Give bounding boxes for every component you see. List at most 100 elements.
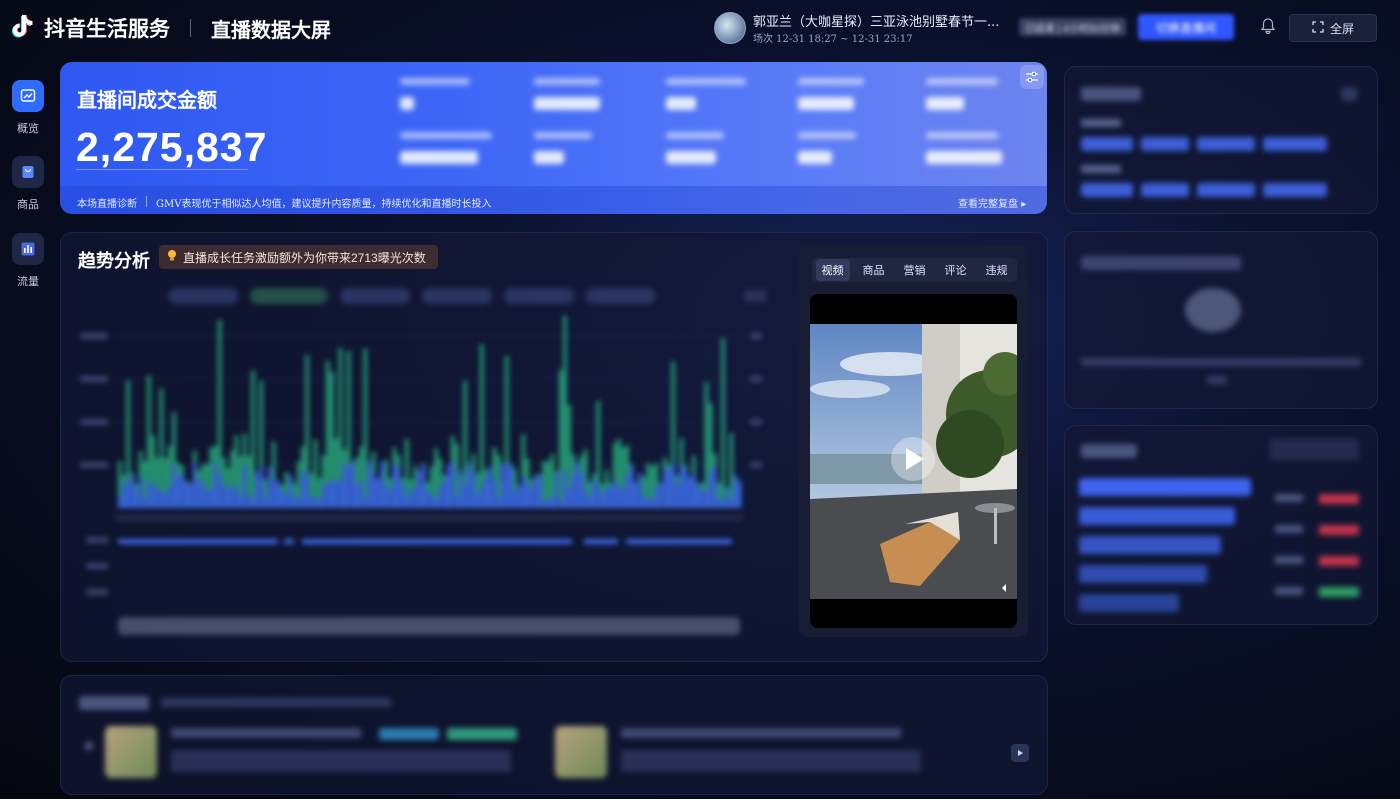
product-thumbnail[interactable] — [555, 726, 607, 778]
trend-bar-blue — [625, 475, 630, 508]
trend-bar-blue — [712, 466, 717, 508]
trend-bar-blue — [155, 488, 160, 508]
switch-live-room-button[interactable]: 切换直播间 — [1138, 14, 1234, 40]
trend-bar-blue — [479, 486, 484, 508]
trend-bar-blue — [725, 488, 730, 508]
metric-cell — [798, 132, 918, 164]
trend-bar-blue — [604, 486, 609, 508]
tab-violations[interactable]: 违规 — [980, 259, 1014, 281]
panel-action-icon[interactable] — [1341, 87, 1357, 101]
tab-video[interactable]: 视频 — [815, 259, 850, 281]
trend-bar-blue — [492, 478, 497, 508]
metric-chip[interactable] — [340, 288, 410, 304]
trend-bar-green — [729, 433, 734, 508]
metric-settings-icon[interactable] — [1020, 65, 1044, 89]
trend-bar-blue — [388, 490, 393, 508]
nav-item-overview[interactable]: 概览 — [8, 80, 48, 136]
metric-cell — [400, 132, 520, 164]
trend-bar-blue — [263, 496, 268, 508]
metric-chip[interactable] — [504, 288, 574, 304]
metric-chip[interactable] — [586, 288, 656, 304]
trend-bar-blue — [380, 461, 384, 508]
panel-title-placeholder — [1081, 87, 1141, 101]
metric-cell — [926, 132, 1046, 164]
gmv-value: 2,275,837 — [76, 124, 268, 170]
full-replay-link[interactable]: 查看完整复盘 ▸ — [958, 195, 1026, 210]
fullscreen-label: 全屏 — [1329, 21, 1354, 36]
status-badge: 已结束 | 4小时50分钟 — [1019, 18, 1126, 36]
trend-bar-blue — [147, 482, 151, 508]
panel-title-placeholder — [1081, 256, 1241, 270]
product-thumbnail[interactable] — [105, 726, 157, 778]
trend-bar-blue — [205, 490, 210, 508]
trend-bar-blue — [400, 483, 405, 508]
metric-chip[interactable] — [168, 288, 238, 304]
panel-dropdown[interactable] — [1269, 438, 1359, 460]
trend-bar-blue — [550, 496, 555, 508]
panel-title-placeholder — [1081, 444, 1137, 458]
metric-chip[interactable] — [422, 288, 492, 304]
trend-bar-blue — [525, 481, 530, 508]
trend-bar-blue — [671, 462, 675, 508]
trend-bar-blue — [313, 497, 318, 508]
incentive-tip-badge: 直播成长任务激励额外为你带来2713曝光次数 — [159, 245, 438, 269]
tab-marketing[interactable]: 营销 — [898, 259, 932, 281]
trend-bar-blue — [658, 482, 663, 508]
trend-bar-blue — [696, 484, 700, 508]
trend-bar-blue — [421, 464, 426, 508]
trend-bar-green — [721, 338, 725, 508]
fullscreen-button[interactable]: 全屏 — [1289, 14, 1377, 42]
trend-bar-blue — [176, 475, 180, 508]
trend-bar-blue — [642, 495, 646, 508]
trend-bar-blue — [126, 483, 130, 508]
trend-bar-blue — [430, 494, 434, 508]
chart-zoom-slider[interactable] — [118, 617, 740, 635]
live-room-title: 郭亚兰（大咖星探）三亚泳池别墅春节一... — [753, 15, 1000, 30]
gmv-underline — [76, 169, 248, 170]
nav-label-overview: 概览 — [17, 123, 39, 135]
trend-bar-blue — [134, 490, 139, 508]
trend-bar-blue — [459, 471, 463, 508]
trend-bar-blue — [351, 461, 355, 508]
nav-label-products: 商品 — [17, 199, 39, 211]
diagnosis-text: GMV表现优于相似达人均值，建议提升内容质量，持续优化和直播时长投入 — [156, 199, 492, 210]
trend-bar-blue — [192, 461, 197, 508]
trend-bar-blue — [717, 499, 721, 508]
notification-bell-icon[interactable] — [1258, 16, 1278, 36]
product-tag — [447, 728, 517, 740]
nav-item-traffic[interactable]: 流量 — [8, 233, 48, 289]
trend-bar-blue — [500, 463, 505, 508]
trend-bar-blue — [455, 496, 459, 508]
trend-bar-blue — [613, 479, 617, 508]
trend-bar-blue — [737, 481, 742, 508]
video-thumbnail — [810, 294, 1017, 628]
trend-bar-green — [363, 348, 368, 508]
trend-bar-blue — [579, 472, 584, 508]
trend-bar-blue — [546, 499, 551, 508]
streamer-avatar[interactable] — [714, 12, 746, 44]
trend-bar-blue — [184, 482, 189, 508]
chart-options-icon[interactable] — [744, 290, 766, 302]
trend-bar-blue — [213, 461, 218, 508]
map-placeholder-icon — [1185, 288, 1241, 332]
panel-subtitle-placeholder — [161, 698, 391, 707]
trend-bar-blue — [571, 474, 576, 508]
product-name-placeholder — [171, 728, 361, 738]
nav-item-products[interactable]: 商品 — [8, 156, 48, 212]
trend-bar-blue — [259, 466, 264, 508]
tab-products[interactable]: 商品 — [857, 259, 891, 281]
trend-bar-blue — [346, 466, 351, 508]
tab-comments[interactable]: 评论 — [939, 259, 973, 281]
metric-chip[interactable] — [250, 288, 328, 304]
trend-bar-blue — [234, 485, 239, 508]
x-axis-labels — [114, 515, 744, 521]
next-page-icon[interactable] — [1011, 744, 1029, 762]
funnel-bars — [1079, 478, 1265, 626]
incentive-tip-text: 直播成长任务激励额外为你带来2713曝光次数 — [183, 250, 426, 265]
segment-bar-row — [1081, 137, 1341, 151]
trend-bar-blue — [130, 473, 135, 508]
trend-bar-blue — [201, 482, 205, 508]
video-player[interactable] — [810, 294, 1017, 628]
trend-bar-blue — [542, 500, 546, 508]
trend-bar-blue — [238, 496, 243, 508]
